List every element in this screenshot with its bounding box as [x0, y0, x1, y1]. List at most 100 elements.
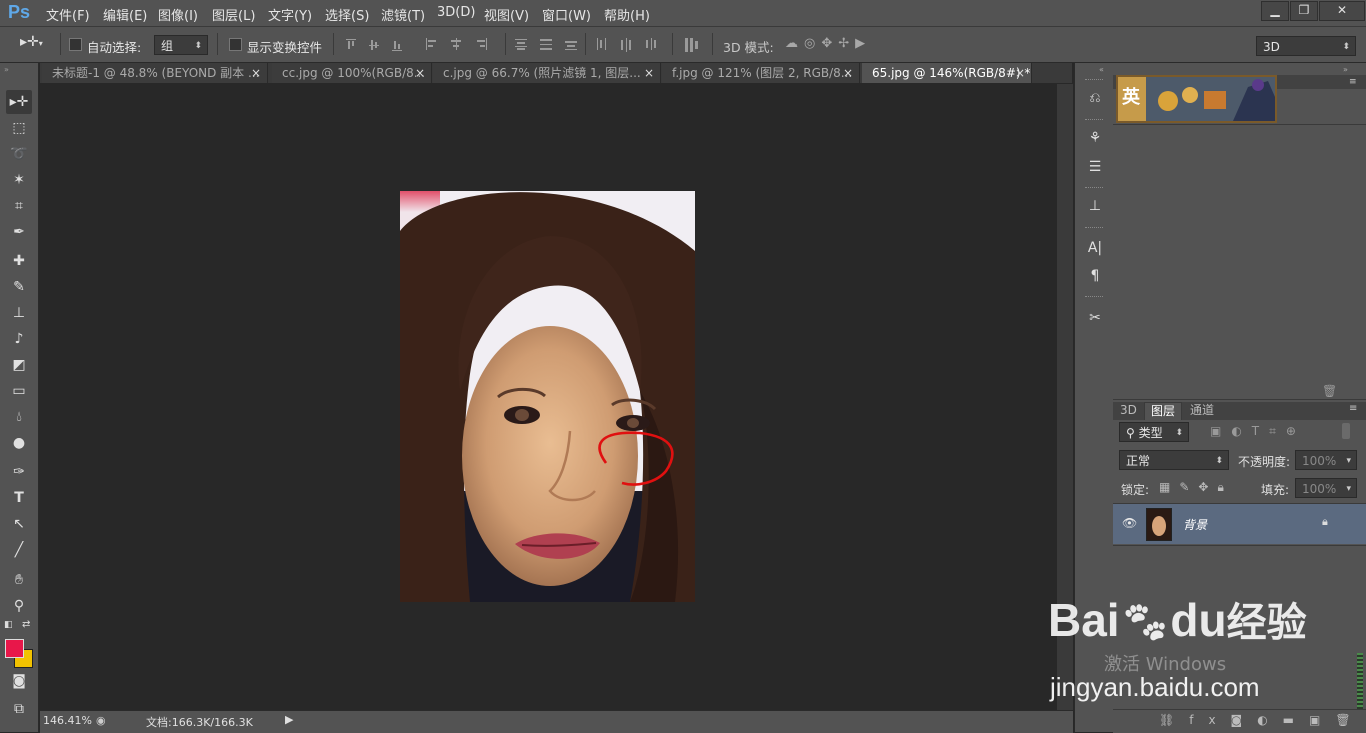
- toolbox: » ▸✛ ⬚ ➰ ✶ ⌗ ✒ ✚ ✎ ⊥ ♪ ◩ ▭ 💧︎ ● ✑ T ↖ ╱ …: [0, 63, 39, 732]
- collapse-icon[interactable]: »: [4, 65, 9, 74]
- zoom-tool-icon[interactable]: ⚲: [6, 594, 32, 618]
- line-tool-icon[interactable]: ╱: [6, 538, 32, 562]
- screen-mode-icon[interactable]: ⧉: [6, 697, 32, 721]
- export-icon[interactable]: ◉: [96, 714, 106, 727]
- auto-align-icon[interactable]: [684, 38, 700, 52]
- tab-close-icon[interactable]: ×: [843, 63, 853, 83]
- swap-colors-icon[interactable]: ⇄: [22, 619, 30, 630]
- move-tool-icon[interactable]: ▸✛: [6, 90, 32, 114]
- clone-source-icon[interactable]: ⊥: [1084, 195, 1106, 217]
- tab-channels[interactable]: 通道: [1184, 402, 1220, 419]
- menu-type[interactable]: 文字(Y): [268, 5, 312, 24]
- eraser-tool-icon[interactable]: ◩: [6, 353, 32, 377]
- blur-tool-icon[interactable]: 💧︎: [6, 405, 32, 429]
- menu-3d[interactable]: 3D(D): [437, 5, 475, 20]
- default-colors-icon[interactable]: ◧: [4, 620, 13, 630]
- panel-menu-icon[interactable]: ≡: [1349, 77, 1357, 87]
- blend-mode-dropdown[interactable]: 正常 ⬍: [1119, 450, 1229, 470]
- tab-cc-jpg[interactable]: cc.jpg @ 100%(RGB/8... ×: [272, 63, 432, 83]
- expand-icon[interactable]: «: [1099, 65, 1104, 74]
- lasso-tool-icon[interactable]: ➰: [6, 142, 32, 166]
- chevron-down-icon: ⬍: [1342, 42, 1350, 52]
- tab-untitled-1[interactable]: 未标题-1 @ 48.8% (BEYOND 副本 ... ×: [42, 63, 268, 83]
- clone-stamp-tool-icon[interactable]: ⊥: [6, 301, 32, 325]
- layer-row[interactable]: 👁︎ 背景 🔒︎: [1113, 504, 1366, 544]
- marquee-tool-icon[interactable]: ⬚: [6, 116, 32, 140]
- quick-mask-icon[interactable]: ◙: [6, 669, 32, 693]
- minimize-button[interactable]: ▁: [1261, 1, 1289, 21]
- show-transform-label: 显示变换控件: [247, 40, 323, 55]
- tab-close-icon[interactable]: ×: [251, 63, 261, 83]
- tab-65-jpg[interactable]: 65.jpg @ 146%(RGB/8#) * ×: [862, 63, 1032, 83]
- preset-thumbnail[interactable]: 英: [1116, 75, 1277, 123]
- layers-panel-menu-icon[interactable]: ≡: [1349, 403, 1357, 414]
- document-size: 文档:166.3K/166.3K: [146, 716, 253, 729]
- opacity-input[interactable]: 100% ▾: [1295, 450, 1357, 470]
- history-brush-tool-icon[interactable]: ♪: [6, 327, 32, 351]
- tab-layers[interactable]: 图层: [1144, 402, 1183, 420]
- menu-filter[interactable]: 滤镜(T): [381, 5, 425, 24]
- 3d-mode-icons[interactable]: ☁◎✥✢▶: [785, 36, 871, 51]
- tab-close-icon[interactable]: ×: [644, 63, 654, 83]
- tab-3d[interactable]: 3D: [1114, 402, 1143, 419]
- layer-name[interactable]: 背景: [1183, 516, 1207, 533]
- align-icons[interactable]: [346, 38, 501, 52]
- status-menu-arrow-icon[interactable]: ▶: [285, 713, 293, 726]
- filter-toggle[interactable]: [1342, 423, 1350, 439]
- fill-input[interactable]: 100% ▾: [1295, 478, 1357, 498]
- magic-wand-tool-icon[interactable]: ✶: [6, 168, 32, 192]
- filter-kind-dropdown[interactable]: ⚲ 类型 ⬍: [1119, 422, 1189, 442]
- menu-image[interactable]: 图像(I): [158, 5, 198, 24]
- zoom-level[interactable]: 146.41%: [43, 714, 92, 727]
- eyedropper-tool-icon[interactable]: ✒: [6, 220, 32, 244]
- menu-file[interactable]: 文件(F): [46, 5, 90, 24]
- filter-type-icons[interactable]: ▣◐T⌗⊕: [1210, 424, 1306, 439]
- paragraph-panel-icon[interactable]: ¶: [1084, 265, 1106, 287]
- type-tool-icon[interactable]: T: [6, 486, 32, 510]
- gradient-tool-icon[interactable]: ▭: [6, 379, 32, 403]
- path-selection-tool-icon[interactable]: ↖: [6, 512, 32, 536]
- trash-icon[interactable]: 🗑︎: [1322, 384, 1337, 398]
- tab-close-icon[interactable]: ×: [415, 63, 425, 83]
- workspace-dropdown[interactable]: 3D ⬍: [1256, 36, 1356, 56]
- tab-c-jpg[interactable]: c.jpg @ 66.7% (照片滤镜 1, 图层... ×: [433, 63, 661, 83]
- close-button[interactable]: ✕: [1319, 1, 1365, 21]
- hand-tool-icon[interactable]: ✋︎: [6, 568, 32, 592]
- menu-view[interactable]: 视图(V): [484, 5, 529, 24]
- tool-presets-icon[interactable]: ✂: [1084, 307, 1106, 329]
- restore-button[interactable]: ❐: [1290, 1, 1318, 21]
- character-panel-icon[interactable]: A|: [1084, 237, 1106, 259]
- document-image[interactable]: [400, 191, 695, 602]
- menu-select[interactable]: 选择(S): [325, 5, 369, 24]
- collapse-panel-icon[interactable]: »: [1343, 65, 1348, 74]
- pen-tool-icon[interactable]: ✑: [6, 460, 32, 484]
- menu-bar: Ps 文件(F) 编辑(E) 图像(I) 图层(L) 文字(Y) 选择(S) 滤…: [0, 0, 1366, 27]
- brush-presets-icon[interactable]: ⚘: [1084, 127, 1106, 149]
- menu-edit[interactable]: 编辑(E): [103, 5, 147, 24]
- menu-window[interactable]: 窗口(W): [542, 5, 591, 24]
- menu-help[interactable]: 帮助(H): [604, 5, 650, 24]
- healing-brush-tool-icon[interactable]: ✚: [6, 249, 32, 273]
- history-panel-icon[interactable]: ⎌: [1084, 87, 1106, 109]
- status-bar: 146.41% ◉ 文档:166.3K/166.3K ▶: [40, 710, 1073, 733]
- baidu-watermark: Bai🐾︎du经验: [1048, 594, 1307, 649]
- menu-layer[interactable]: 图层(L): [212, 5, 255, 24]
- opacity-label: 不透明度:: [1238, 455, 1291, 469]
- auto-select-dropdown[interactable]: 组 ⬍: [154, 35, 208, 55]
- tab-close-icon[interactable]: ×: [1015, 63, 1025, 83]
- auto-select-checkbox[interactable]: [69, 38, 82, 51]
- adjustments-icon[interactable]: ☰: [1084, 156, 1106, 178]
- brush-tool-icon[interactable]: ✎: [6, 275, 32, 299]
- crop-tool-icon[interactable]: ⌗: [6, 194, 32, 218]
- dodge-tool-icon[interactable]: ●: [6, 431, 32, 455]
- thumbnail-text: 英: [1122, 87, 1140, 108]
- baidu-url: jingyan.baidu.com: [1050, 672, 1260, 702]
- show-transform-checkbox[interactable]: [229, 38, 242, 51]
- distribute-icons[interactable]: [515, 38, 675, 52]
- visibility-eye-icon[interactable]: 👁︎: [1122, 516, 1137, 530]
- foreground-color-swatch[interactable]: [5, 639, 24, 658]
- layer-action-icons[interactable]: ⛓fx◙◐▬▣🗑︎: [1159, 713, 1366, 727]
- lock-icons[interactable]: ▦✎✥🔒︎: [1159, 480, 1233, 495]
- tab-f-jpg[interactable]: f.jpg @ 121% (图层 2, RGB/8... ×: [662, 63, 860, 83]
- move-tool-preset-icon[interactable]: ▸✛▾: [20, 34, 56, 54]
